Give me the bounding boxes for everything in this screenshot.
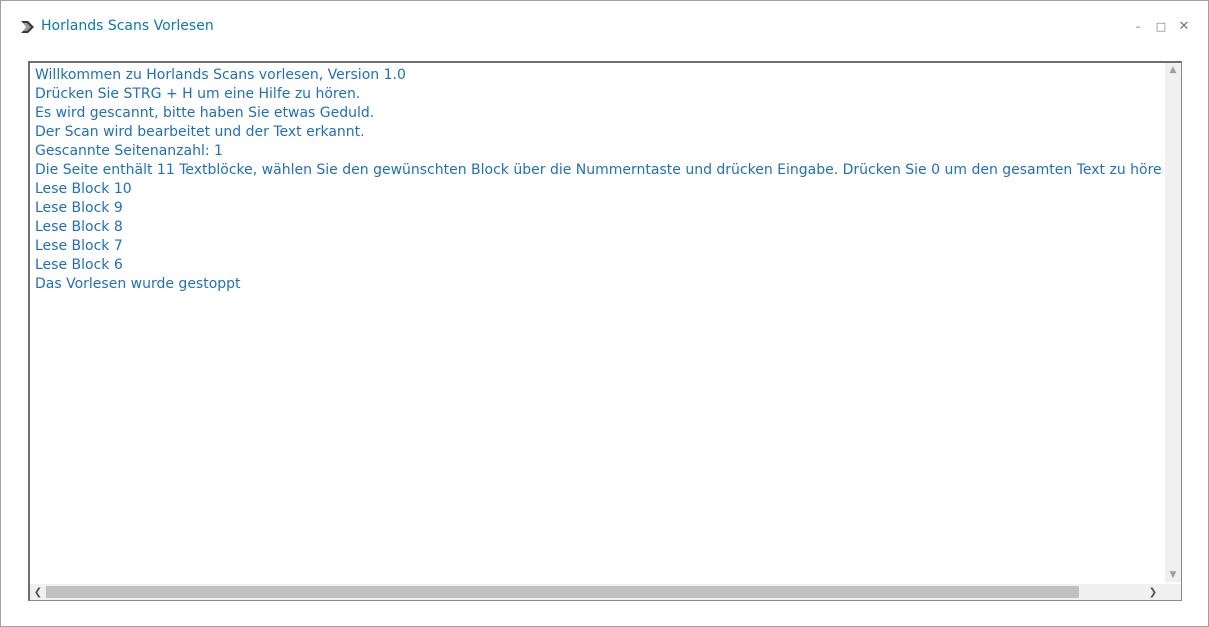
maximize-button[interactable]: □ — [1150, 15, 1172, 37]
horizontal-scroll-thumb[interactable] — [46, 586, 1079, 598]
app-window: Horlands Scans Vorlesen – □ ✕ Willkommen… — [0, 0, 1209, 627]
maximize-icon: □ — [1155, 19, 1167, 33]
output-line: Gescannte Seitenanzahl: 1 — [35, 143, 223, 159]
minimize-button[interactable]: – — [1127, 15, 1149, 37]
output-line: Lese Block 7 — [35, 238, 123, 254]
output-text: Willkommen zu Horlands Scans vorlesen, V… — [35, 66, 1163, 578]
output-line: Lese Block 9 — [35, 200, 123, 216]
output-line: Lese Block 10 — [35, 181, 132, 197]
output-line: Der Scan wird bearbeitet und der Text er… — [35, 124, 365, 140]
scrollbar-corner — [1165, 584, 1181, 600]
output-line: Drücken Sie STRG + H um eine Hilfe zu hö… — [35, 86, 361, 102]
output-line: Das Vorlesen wurde gestoppt — [35, 276, 241, 292]
scroll-up-icon[interactable]: ▲ — [1165, 63, 1181, 77]
output-line: Es wird gescannt, bitte haben Sie etwas … — [35, 105, 375, 121]
close-button[interactable]: ✕ — [1173, 15, 1195, 37]
minimize-icon: – — [1135, 19, 1141, 33]
scroll-down-icon[interactable]: ▼ — [1165, 568, 1181, 582]
title-bar[interactable]: Horlands Scans Vorlesen – □ ✕ — [1, 1, 1208, 53]
close-icon: ✕ — [1178, 18, 1190, 34]
scroll-left-icon[interactable]: ❮ — [30, 584, 46, 600]
scroll-right-icon[interactable]: ❯ — [1145, 584, 1161, 600]
output-line: Lese Block 6 — [35, 257, 123, 273]
output-line: Willkommen zu Horlands Scans vorlesen, V… — [35, 67, 406, 83]
window-title: Horlands Scans Vorlesen — [41, 18, 214, 34]
output-line: Lese Block 8 — [35, 219, 123, 235]
horizontal-scrollbar[interactable]: ❮ ❯ — [30, 584, 1179, 600]
output-line: Die Seite enthält 11 Textblöcke, wählen … — [35, 162, 1163, 178]
app-chevron-icon — [20, 19, 36, 33]
vertical-scrollbar[interactable]: ▲ ▼ — [1165, 63, 1181, 582]
output-textbox[interactable]: Willkommen zu Horlands Scans vorlesen, V… — [28, 61, 1182, 601]
